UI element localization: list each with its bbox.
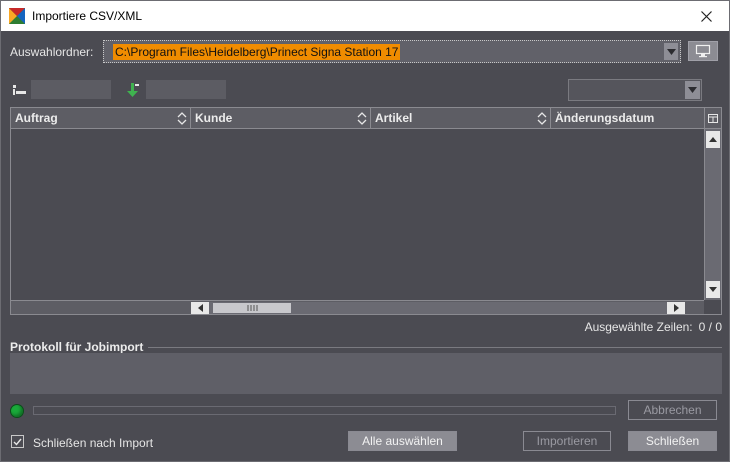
arrow-left-icon xyxy=(197,304,203,312)
checkmark-icon xyxy=(13,438,22,446)
scroll-right-button[interactable] xyxy=(667,302,685,314)
horizontal-scrollbar[interactable] xyxy=(11,300,704,314)
filter-order-input[interactable] xyxy=(31,80,111,99)
grip-icon xyxy=(247,305,258,311)
horizontal-scroll-track[interactable] xyxy=(191,302,685,314)
close-after-import-label[interactable]: Schließen nach Import xyxy=(33,436,153,450)
table-header: Auftrag Kunde Artikel Änderungsdatum xyxy=(11,108,704,129)
jobs-table[interactable]: Auftrag Kunde Artikel Änderungsdatum xyxy=(10,107,722,315)
sort-icon xyxy=(177,112,187,125)
column-chooser-icon xyxy=(708,113,718,123)
folder-label: Auswahlordner: xyxy=(10,45,94,59)
column-header-auftrag[interactable]: Auftrag xyxy=(11,108,191,129)
filter-date-input[interactable] xyxy=(146,80,226,99)
selected-rows-status: Ausgewählte Zeilen: 0 / 0 xyxy=(579,320,722,334)
close-after-import-checkbox[interactable] xyxy=(11,435,24,448)
monitor-icon xyxy=(695,44,711,58)
log-divider xyxy=(148,347,722,348)
arrow-right-icon xyxy=(673,304,679,312)
folder-combobox[interactable]: C:\Program Files\Heidelberg\Prinect Sign… xyxy=(103,40,681,63)
column-header-kunde[interactable]: Kunde xyxy=(191,108,371,129)
status-indicator-icon xyxy=(10,404,24,418)
selected-rows-label: Ausgewählte Zeilen: xyxy=(584,320,693,334)
close-window-button[interactable] xyxy=(683,1,729,32)
filter-combobox[interactable] xyxy=(568,79,702,101)
import-progress-bar xyxy=(33,406,616,415)
selected-rows-count: 0 / 0 xyxy=(698,320,722,334)
folder-path-value[interactable]: C:\Program Files\Heidelberg\Prinect Sign… xyxy=(113,44,401,60)
filter-date-icon xyxy=(127,83,139,97)
vertical-scrollbar[interactable] xyxy=(704,129,721,300)
chevron-down-icon[interactable] xyxy=(664,43,678,60)
import-button[interactable]: Importieren xyxy=(523,431,611,451)
scroll-left-button[interactable] xyxy=(191,302,209,314)
sort-icon xyxy=(537,112,547,125)
scroll-down-button[interactable] xyxy=(706,281,720,298)
scroll-up-button[interactable] xyxy=(706,131,720,148)
cancel-button[interactable]: Abbrechen xyxy=(628,400,717,420)
column-chooser-button[interactable] xyxy=(704,108,721,129)
column-header-aenderungsdatum[interactable]: Änderungsdatum xyxy=(551,108,704,129)
app-icon xyxy=(9,8,25,24)
arrow-up-icon xyxy=(709,137,717,142)
log-area xyxy=(10,353,722,394)
sort-icon xyxy=(357,112,367,125)
chevron-down-icon[interactable] xyxy=(685,81,700,99)
window-title: Importiere CSV/XML xyxy=(32,9,143,23)
browse-folder-button[interactable] xyxy=(688,41,718,61)
title-bar: Importiere CSV/XML xyxy=(0,0,730,31)
dialog-body: Auswahlordner: C:\Program Files\Heidelbe… xyxy=(1,31,729,461)
scroll-thumb[interactable] xyxy=(213,303,291,313)
column-header-artikel[interactable]: Artikel xyxy=(371,108,551,129)
select-all-button[interactable]: Alle auswählen xyxy=(348,431,457,451)
filter-order-icon xyxy=(13,85,26,95)
arrow-down-icon xyxy=(709,287,717,292)
close-button[interactable]: Schließen xyxy=(628,431,717,451)
log-title: Protokoll für Jobimport xyxy=(10,340,144,354)
close-icon xyxy=(700,11,712,22)
